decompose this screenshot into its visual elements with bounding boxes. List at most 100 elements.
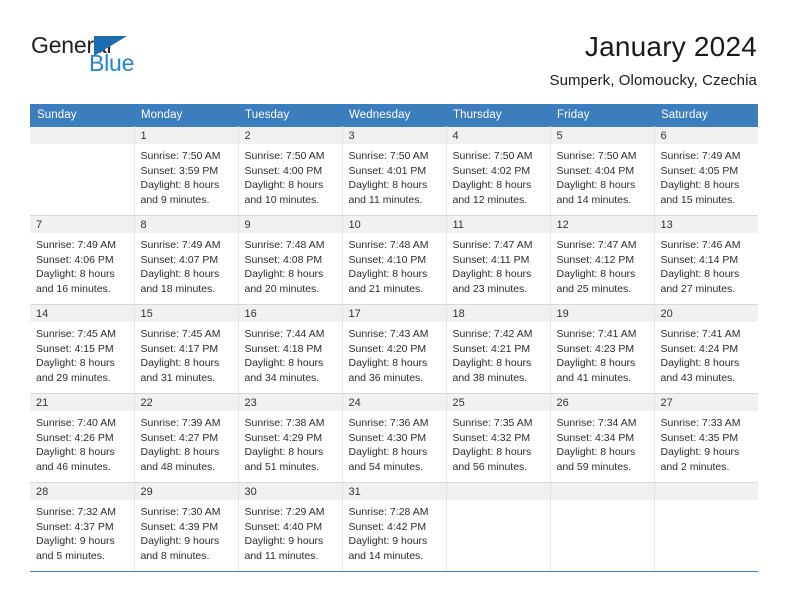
day-detail-line: Sunrise: 7:41 AM [556,328,637,340]
day-number: 25 [446,394,550,411]
day-number: 29 [134,483,238,500]
day-detail-line: Sunrise: 7:48 AM [244,239,325,251]
calendar-day-cell[interactable]: 31 Sunrise: 7:28 AM Sunset: 4:42 PM Dayligh… [341,482,447,572]
calendar-day-cell[interactable]: 5 Sunrise: 7:50 AM Sunset: 4:04 PM Daylight… [549,126,655,216]
day-number: 30 [238,483,342,500]
day-details: Sunrise: 7:47 AM Sunset: 4:12 PM Daylight:… [551,233,654,296]
calendar-day-cell[interactable]: 13 Sunrise: 7:46 AM Sunset: 4:14 PM Dayligh… [653,215,758,305]
calendar-day-cell[interactable]: 7 Sunrise: 7:49 AM Sunset: 4:06 PM Daylight… [30,215,135,305]
day-detail-line: Sunset: 4:15 PM [36,342,114,355]
day-details: Sunrise: 7:30 AM Sunset: 4:39 PM Daylight:… [135,500,238,563]
calendar-day-cell[interactable]: 21 Sunrise: 7:40 AM Sunset: 4:26 PM Dayligh… [30,393,135,483]
day-details: Sunrise: 7:49 AM Sunset: 4:06 PM Daylight:… [30,233,134,296]
weekday-header-wednesday: Wednesday [342,104,446,127]
day-detail-line: Sunrise: 7:50 AM [348,150,429,162]
day-detail-line: Sunrise: 7:44 AM [244,328,325,340]
calendar-day-cell[interactable]: 20 Sunrise: 7:41 AM Sunset: 4:24 PM Dayligh… [653,304,758,394]
day-number: 26 [550,394,654,411]
day-number: 28 [30,483,134,500]
calendar-day-cell[interactable]: 16 Sunrise: 7:44 AM Sunset: 4:18 PM Dayligh… [237,304,343,394]
calendar-day-cell[interactable]: 10 Sunrise: 7:48 AM Sunset: 4:10 PM Dayligh… [341,215,447,305]
calendar-page: General Blue January 2024 Sumperk, Olomo… [0,0,792,612]
calendar-day-cell[interactable]: 3 Sunrise: 7:50 AM Sunset: 4:01 PM Daylight… [341,126,447,216]
day-detail-line: Sunset: 4:34 PM [556,431,635,444]
day-detail-line: Sunrise: 7:30 AM [140,506,221,518]
day-detail-line: Sunrise: 7:49 AM [660,150,741,162]
day-number: 7 [30,216,134,233]
weekday-header-thursday: Thursday [446,104,550,127]
day-detail-line: Sunrise: 7:50 AM [244,150,325,162]
calendar-day-cell[interactable]: 12 Sunrise: 7:47 AM Sunset: 4:12 PM Dayligh… [549,215,655,305]
calendar-day-cell[interactable]: 27 Sunrise: 7:33 AM Sunset: 4:35 PM Dayligh… [653,393,759,483]
calendar-day-cell[interactable]: 1 Sunrise: 7:50 AM Sunset: 3:59 PM Daylight… [133,126,239,216]
day-detail-line: Sunset: 4:29 PM [244,431,323,444]
day-detail-line: Sunset: 4:11 PM [452,253,530,266]
day-detail-line: and 34 minutes. [244,371,320,384]
day-detail-line: Sunrise: 7:29 AM [244,506,325,518]
day-detail-line: and 18 minutes. [140,282,216,295]
day-detail-line: Daylight: 8 hours [36,357,115,369]
day-detail-line: Daylight: 8 hours [348,179,428,191]
day-detail-line: and 56 minutes. [452,460,528,473]
day-number: 12 [550,216,654,233]
day-detail-line: Sunset: 4:02 PM [452,164,531,177]
day-details: Sunrise: 7:50 AM Sunset: 3:59 PM Daylight:… [135,144,238,207]
calendar-day-cell[interactable]: 29 Sunrise: 7:30 AM Sunset: 4:39 PM Dayligh… [133,482,239,572]
day-detail-line: and 14 minutes. [348,549,424,562]
calendar-week-row: 7 Sunrise: 7:49 AM Sunset: 4:06 PM Daylight… [30,215,758,305]
day-detail-line: Sunset: 4:30 PM [348,431,427,444]
calendar-day-cell[interactable]: 15 Sunrise: 7:45 AM Sunset: 4:17 PM Dayligh… [133,304,239,394]
calendar-day-cell[interactable]: 18 Sunrise: 7:42 AM Sunset: 4:21 PM Dayligh… [445,304,551,394]
calendar-day-cell[interactable]: 6 Sunrise: 7:49 AM Sunset: 4:05 PM Daylight… [653,126,758,216]
calendar-day-cell[interactable]: 23 Sunrise: 7:38 AM Sunset: 4:29 PM Dayligh… [237,393,343,483]
calendar-day-cell[interactable]: 22 Sunrise: 7:39 AM Sunset: 4:27 PM Dayligh… [133,393,239,483]
calendar-day-cell[interactable]: 26 Sunrise: 7:34 AM Sunset: 4:34 PM Dayligh… [549,393,655,483]
calendar-day-cell[interactable]: 28 Sunrise: 7:32 AM Sunset: 4:37 PM Dayligh… [30,482,135,572]
calendar-day-cell[interactable]: 8 Sunrise: 7:49 AM Sunset: 4:07 PM Daylight… [133,215,239,305]
calendar-day-cell[interactable]: 4 Sunrise: 7:50 AM Sunset: 4:02 PM Daylight… [445,126,551,216]
day-detail-line: Sunset: 4:40 PM [244,520,323,533]
day-number: 17 [342,305,446,322]
calendar-day-cell[interactable]: 24 Sunrise: 7:36 AM Sunset: 4:30 PM Dayligh… [341,393,447,483]
day-detail-line: and 31 minutes. [140,371,216,384]
calendar-day-cell[interactable]: 11 Sunrise: 7:47 AM Sunset: 4:11 PM Dayligh… [445,215,551,305]
calendar-day-cell[interactable]: 2 Sunrise: 7:50 AM Sunset: 4:00 PM Daylight… [237,126,343,216]
day-number: 13 [654,216,758,233]
weekday-header-monday: Monday [134,104,238,127]
day-number: 1 [134,127,238,144]
calendar-day-cell[interactable]: 14 Sunrise: 7:45 AM Sunset: 4:15 PM Dayligh… [30,304,135,394]
day-detail-line: and 38 minutes. [452,371,528,384]
calendar-empty-cell [549,482,655,572]
day-detail-line: Daylight: 8 hours [140,357,220,369]
calendar-day-cell[interactable]: 25 Sunrise: 7:35 AM Sunset: 4:32 PM Dayligh… [445,393,551,483]
day-detail-line: and 41 minutes. [556,371,632,384]
day-detail-line: Sunrise: 7:33 AM [660,417,741,429]
day-number: 21 [30,394,134,411]
day-details [551,500,654,505]
day-detail-line: Sunset: 4:00 PM [244,164,323,177]
day-details: Sunrise: 7:50 AM Sunset: 4:02 PM Daylight:… [447,144,550,207]
day-details: Sunrise: 7:38 AM Sunset: 4:29 PM Daylight:… [239,411,342,474]
day-detail-line: and 5 minutes. [36,549,105,562]
calendar-day-cell[interactable]: 30 Sunrise: 7:29 AM Sunset: 4:40 PM Dayligh… [237,482,343,572]
day-detail-line: Sunset: 4:32 PM [452,431,531,444]
day-detail-line: and 11 minutes. [348,193,423,206]
day-number: 31 [342,483,446,500]
day-detail-line: Sunset: 4:18 PM [244,342,323,355]
calendar-day-cell[interactable]: 17 Sunrise: 7:43 AM Sunset: 4:20 PM Dayligh… [341,304,447,394]
day-detail-line: Daylight: 8 hours [556,357,636,369]
day-detail-line: Sunrise: 7:41 AM [660,328,741,340]
weekday-header-tuesday: Tuesday [238,104,342,127]
day-detail-line: Sunset: 4:04 PM [556,164,635,177]
day-details [655,500,759,505]
calendar-day-cell[interactable]: 19 Sunrise: 7:41 AM Sunset: 4:23 PM Dayligh… [549,304,655,394]
day-number: 24 [342,394,446,411]
general-blue-logo[interactable]: General Blue [31,30,143,76]
day-detail-line: Daylight: 8 hours [36,446,115,458]
calendar-day-cell[interactable]: 9 Sunrise: 7:48 AM Sunset: 4:08 PM Daylight… [237,215,343,305]
day-number: 4 [446,127,550,144]
day-detail-line: Sunrise: 7:43 AM [348,328,429,340]
day-details: Sunrise: 7:42 AM Sunset: 4:21 PM Daylight:… [447,322,550,385]
day-details: Sunrise: 7:33 AM Sunset: 4:35 PM Daylight:… [655,411,759,474]
calendar-empty-cell [30,126,135,216]
